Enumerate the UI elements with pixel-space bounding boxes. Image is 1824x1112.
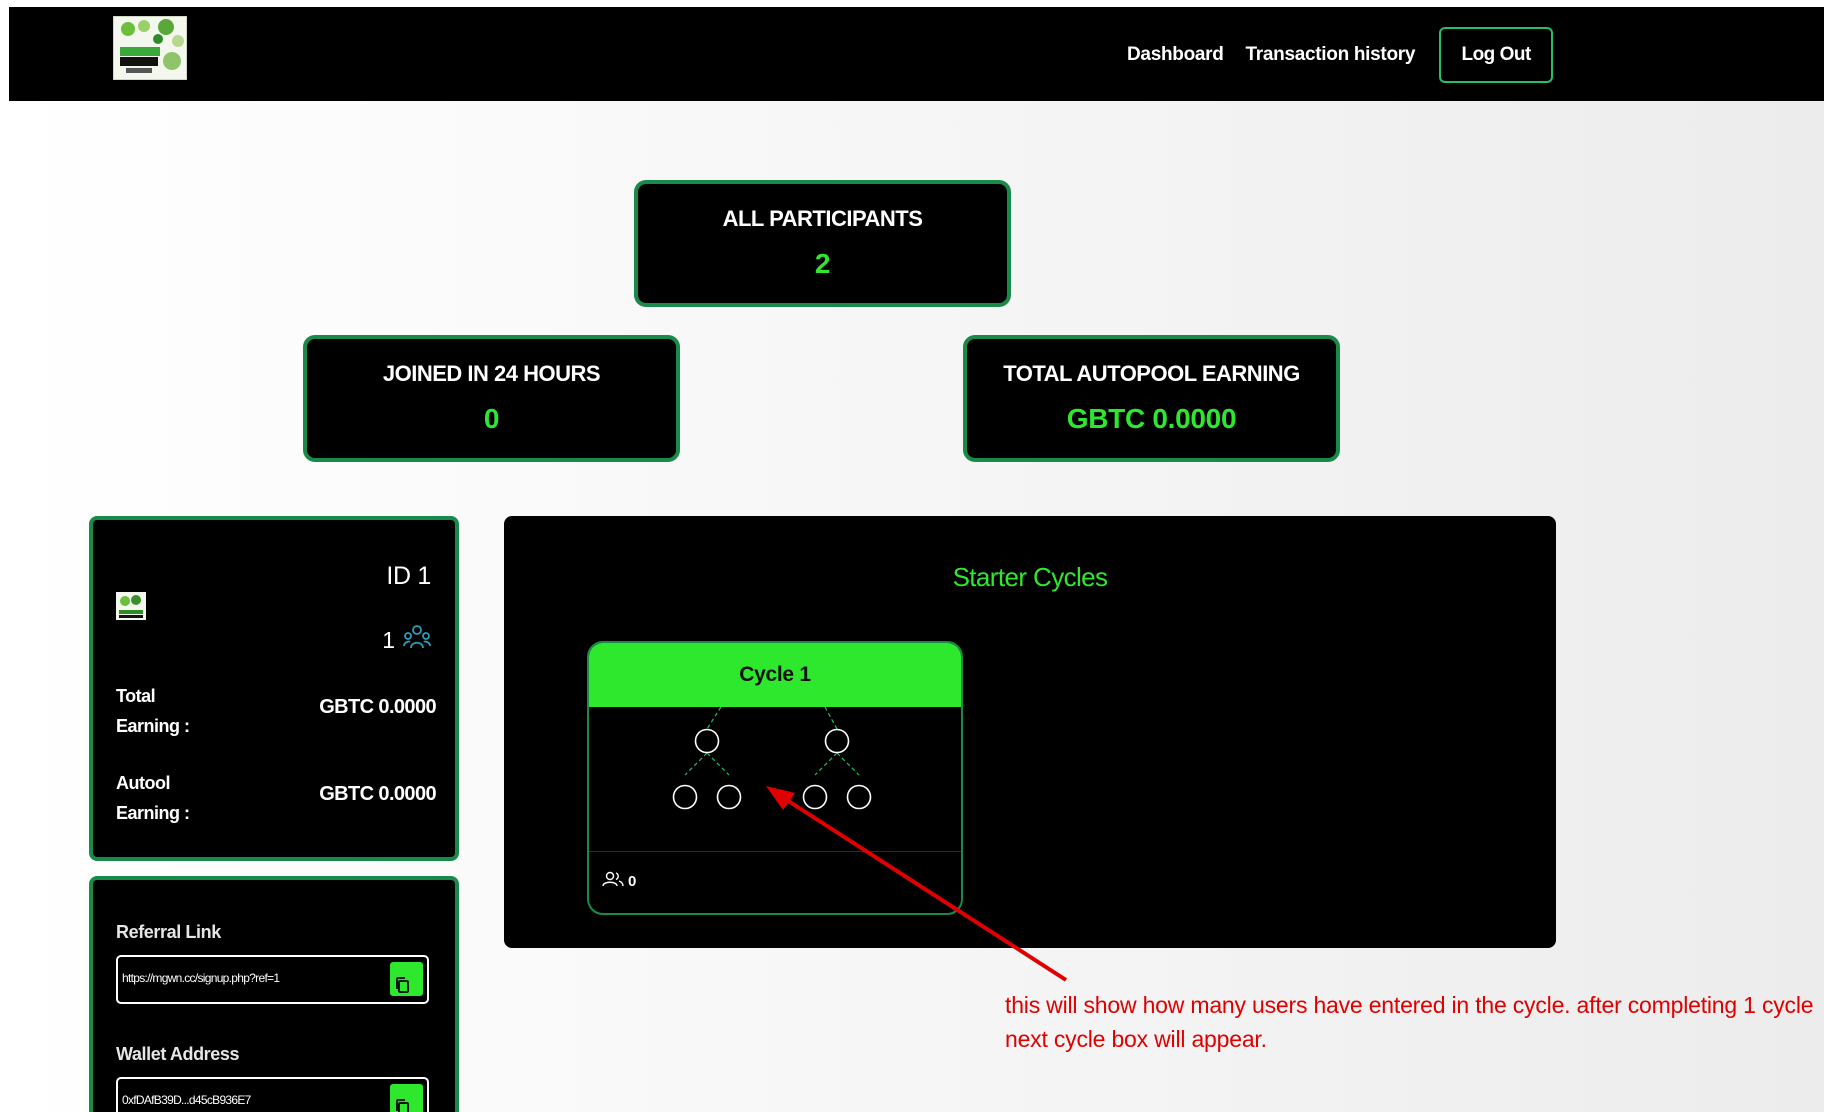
cycle-title: Cycle 1 — [589, 643, 961, 707]
partners-count-value: 1 — [382, 626, 395, 653]
cycle-users-value: 0 — [628, 872, 637, 890]
copy-wallet-button[interactable] — [390, 1084, 423, 1112]
autopool-earning-label: Autool Earning : — [116, 773, 190, 823]
annotation-text: this will show how many users have enter… — [1005, 988, 1824, 1056]
tree-node — [716, 784, 742, 810]
joined-24h-title: JOINED IN 24 HOURS — [382, 361, 601, 386]
referral-link-label: Referral Link — [116, 922, 221, 942]
users-icon — [602, 871, 628, 891]
cycles-panel: Starter Cycles Cycle 1 0 — [504, 516, 1556, 948]
tree-node — [802, 784, 828, 810]
wallet-address-value: 0xfDAfB39D...d45cB936E7 — [122, 1093, 251, 1107]
total-autopool-card: TOTAL AUTOPOOL EARNING GBTC 0.0000 — [963, 335, 1340, 462]
all-participants-title: ALL PARTICIPANTS — [722, 206, 923, 231]
cycle-users-count: 0 — [602, 871, 636, 891]
user-group-icon — [395, 624, 431, 656]
all-participants-card: ALL PARTICIPANTS 2 — [634, 180, 1011, 307]
total-autopool-title: TOTAL AUTOPOOL EARNING — [1003, 361, 1300, 386]
autopool-earning-value: GBTC 0.0000 — [319, 783, 436, 805]
site-logo[interactable] — [113, 16, 187, 80]
copy-referral-button[interactable] — [390, 962, 423, 996]
total-earning-value: GBTC 0.0000 — [319, 696, 436, 718]
copy-icon — [394, 976, 410, 997]
total-earning-label: Total Earning : — [116, 686, 190, 736]
total-autopool-value: GBTC 0.0000 — [1066, 403, 1237, 434]
page: Dashboard Transaction history Log Out AL… — [9, 7, 1824, 1112]
cycle-card[interactable]: Cycle 1 0 — [587, 641, 963, 915]
autopool-earning-row: Autool Earning : GBTC 0.0000 — [116, 768, 437, 828]
cycle-divider — [589, 851, 961, 852]
navbar: Dashboard Transaction history Log Out — [9, 7, 1824, 101]
annotation-line-1: this will show how many users have enter… — [1005, 992, 1814, 1018]
partners-count: 1 — [382, 624, 431, 656]
referral-link-value: https://mgwn.cc/signup.php?ref=1 — [122, 971, 280, 985]
annotation-line-2: next cycle box will appear. — [1005, 1026, 1267, 1052]
tree-node — [846, 784, 872, 810]
referral-link-field[interactable]: https://mgwn.cc/signup.php?ref=1 — [116, 955, 429, 1004]
nav-links: Dashboard Transaction history Log Out — [1127, 27, 1554, 83]
tree-node — [824, 728, 850, 754]
logout-button[interactable]: Log Out — [1439, 27, 1554, 83]
joined-24h-value: 0 — [483, 403, 500, 434]
total-earning-row: Total Earning : GBTC 0.0000 — [116, 681, 437, 741]
referral-card: Referral Link https://mgwn.cc/signup.php… — [89, 876, 459, 1112]
tree-node — [694, 728, 720, 754]
wallet-address-label: Wallet Address — [116, 1044, 240, 1064]
profile-id: ID 1 — [386, 562, 431, 590]
wallet-address-field[interactable]: 0xfDAfB39D...d45cB936E7 — [116, 1077, 429, 1112]
copy-icon — [394, 1098, 410, 1112]
profile-card: ID 1 1 Total Earning : GBTC 0.0000 Autoo… — [89, 516, 459, 861]
nav-transaction-history-link[interactable]: Transaction history — [1246, 44, 1416, 66]
tree-node — [672, 784, 698, 810]
all-participants-value: 2 — [814, 248, 831, 279]
joined-24h-card: JOINED IN 24 HOURS 0 — [303, 335, 680, 462]
nav-dashboard-link[interactable]: Dashboard — [1127, 44, 1224, 66]
starter-cycles-title: Starter Cycles — [952, 562, 1108, 592]
avatar — [116, 592, 146, 620]
cycle-tree-diagram — [672, 707, 872, 810]
